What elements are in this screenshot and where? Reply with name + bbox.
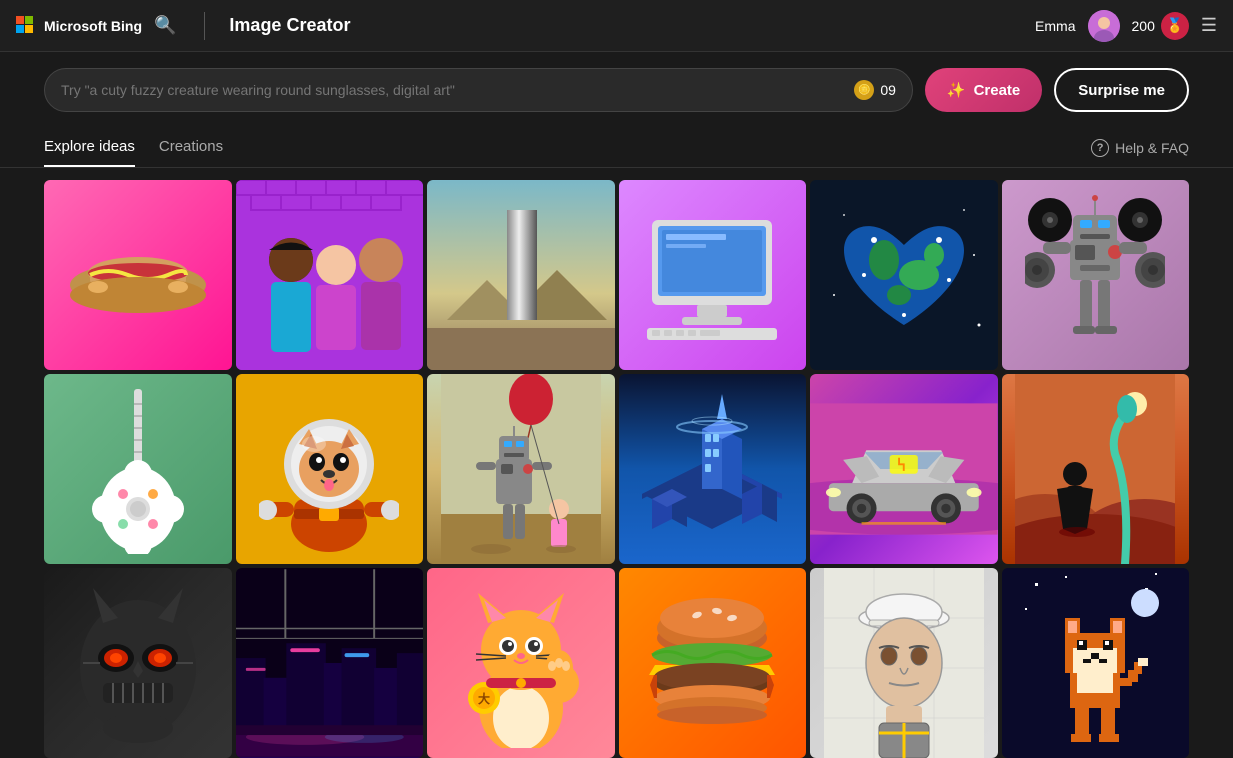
grid-item-lucky-cat[interactable]: 大 (427, 568, 615, 758)
coins-badge: 200 🏅 (1132, 12, 1189, 40)
bing-name: Microsoft Bing (44, 18, 142, 34)
grid-item-burger[interactable] (619, 568, 807, 758)
bing-logo[interactable]: Microsoft Bing (16, 16, 142, 36)
search-input[interactable] (61, 82, 854, 98)
svg-text:大: 大 (478, 691, 490, 706)
grid-item-monolith[interactable] (427, 180, 615, 370)
grid-item-guitar-flowers[interactable] (44, 374, 232, 564)
grid-item-neon-city[interactable] (236, 568, 424, 758)
app-title: Image Creator (229, 15, 350, 36)
help-faq[interactable]: ? Help & FAQ (1091, 139, 1189, 157)
grid-item-earth-heart[interactable] (810, 180, 998, 370)
grid-item-robot-balloon[interactable] (427, 374, 615, 564)
coins-in-search: 🪙 09 (854, 80, 896, 100)
grid-item-shiba[interactable] (236, 374, 424, 564)
grid-item-delorean[interactable] (810, 374, 998, 564)
header-right: Emma 200 🏅 ☰ (1035, 10, 1217, 42)
tab-explore[interactable]: Explore ideas (44, 128, 135, 167)
header-left: Microsoft Bing 🔍 Image Creator (16, 12, 350, 40)
header-divider (204, 12, 205, 40)
grid-item-demon-mask[interactable] (44, 568, 232, 758)
grid-item-girls[interactable] (236, 180, 424, 370)
surprise-button[interactable]: Surprise me (1054, 68, 1189, 112)
create-button[interactable]: ✨ Create (925, 68, 1042, 112)
create-label: Create (974, 82, 1021, 99)
grid-item-desert-figure[interactable] (1002, 374, 1190, 564)
user-name: Emma (1035, 18, 1075, 34)
search-input-wrapper[interactable]: 🪙 09 (44, 68, 913, 112)
coins-count: 200 (1132, 18, 1155, 34)
grid-item-computer[interactable] (619, 180, 807, 370)
help-label: Help & FAQ (1115, 140, 1189, 156)
reward-icon[interactable]: 🏅 (1161, 12, 1189, 40)
coin-icon: 🪙 (854, 80, 874, 100)
header: Microsoft Bing 🔍 Image Creator Emma 200 … (0, 0, 1233, 52)
search-bar-section: 🪙 09 ✨ Create Surprise me (0, 52, 1233, 128)
search-icon-header[interactable]: 🔍 (154, 15, 176, 36)
grid-item-robot-music[interactable] (1002, 180, 1190, 370)
image-grid: 大 (0, 168, 1233, 758)
tabs-section: Explore ideas Creations ? Help & FAQ (0, 128, 1233, 168)
grid-item-city-iso[interactable] (619, 374, 807, 564)
hamburger-menu-icon[interactable]: ☰ (1201, 15, 1217, 36)
tab-creations[interactable]: Creations (159, 128, 223, 167)
search-coins-count: 09 (880, 82, 896, 98)
grid-item-worker[interactable] (810, 568, 998, 758)
grid-item-hotdog[interactable] (44, 180, 232, 370)
bing-logo-icon (16, 16, 36, 36)
help-icon: ? (1091, 139, 1109, 157)
avatar[interactable] (1088, 10, 1120, 42)
grid-item-pixel-fox[interactable] (1002, 568, 1190, 758)
create-icon: ✨ (947, 81, 966, 99)
